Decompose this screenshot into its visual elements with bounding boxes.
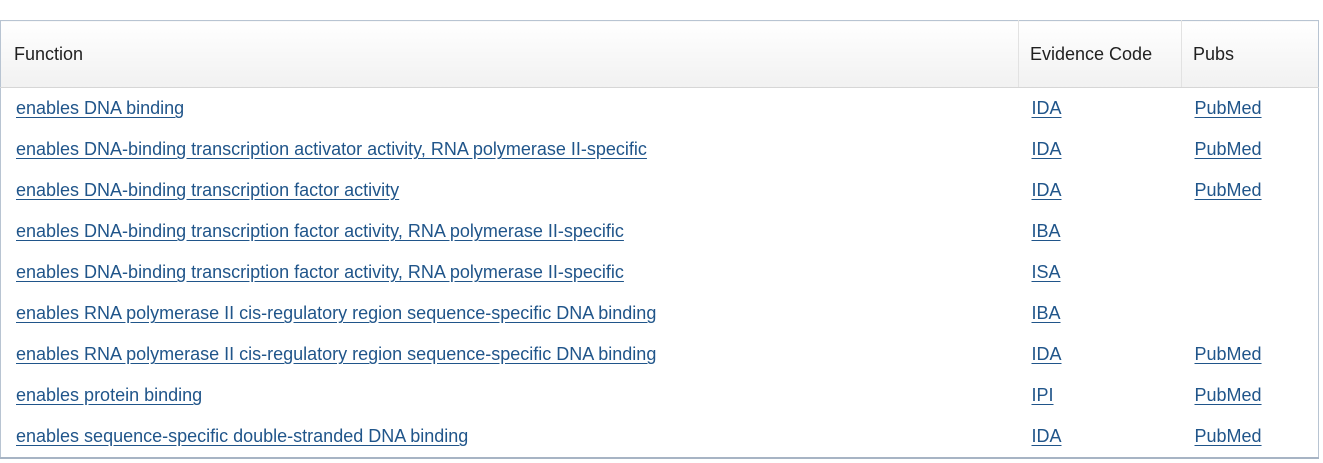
- function-link[interactable]: enables DNA-binding transcription activa…: [16, 139, 647, 159]
- pubmed-link[interactable]: PubMed: [1195, 344, 1262, 364]
- table-row: enables sequence-specific double-strande…: [1, 416, 1319, 458]
- table-row: enables DNA-binding transcription factor…: [1, 252, 1319, 293]
- evidence-code-link[interactable]: IDA: [1032, 139, 1062, 159]
- pubs-cell: PubMed: [1182, 334, 1319, 375]
- table-row: enables RNA polymerase II cis-regulatory…: [1, 293, 1319, 334]
- function-link[interactable]: enables DNA-binding transcription factor…: [16, 180, 399, 200]
- header-function: Function: [0, 20, 1019, 88]
- pubmed-link[interactable]: PubMed: [1195, 139, 1262, 159]
- function-cell: enables protein binding: [1, 375, 1019, 416]
- table-row: enables DNA binding IDA PubMed: [1, 88, 1319, 130]
- function-link[interactable]: enables DNA-binding transcription factor…: [16, 221, 624, 241]
- evidence-code-link[interactable]: IDA: [1032, 426, 1062, 446]
- evidence-code-link[interactable]: IBA: [1032, 221, 1061, 241]
- evidence-code-cell: IDA: [1019, 416, 1182, 458]
- evidence-code-cell: IPI: [1019, 375, 1182, 416]
- pubs-cell: PubMed: [1182, 88, 1319, 130]
- evidence-code-link[interactable]: ISA: [1032, 262, 1061, 282]
- go-function-table: Function Evidence Code Pubs enables DNA …: [0, 20, 1319, 459]
- function-cell: enables DNA-binding transcription activa…: [1, 129, 1019, 170]
- function-link[interactable]: enables sequence-specific double-strande…: [16, 426, 468, 446]
- evidence-code-cell: ISA: [1019, 252, 1182, 293]
- pubs-cell: PubMed: [1182, 129, 1319, 170]
- pubmed-link[interactable]: PubMed: [1195, 426, 1262, 446]
- table-row: enables DNA-binding transcription factor…: [1, 211, 1319, 252]
- pubmed-link[interactable]: PubMed: [1195, 180, 1262, 200]
- pubs-cell: PubMed: [1182, 375, 1319, 416]
- pubs-cell: [1182, 252, 1319, 293]
- table-row: enables DNA-binding transcription factor…: [1, 170, 1319, 211]
- table-row: enables protein binding IPI PubMed: [1, 375, 1319, 416]
- table-row: enables DNA-binding transcription activa…: [1, 129, 1319, 170]
- table-row: enables RNA polymerase II cis-regulatory…: [1, 334, 1319, 375]
- function-cell: enables sequence-specific double-strande…: [1, 416, 1019, 458]
- evidence-code-cell: IDA: [1019, 170, 1182, 211]
- evidence-code-cell: IDA: [1019, 334, 1182, 375]
- pubs-cell: PubMed: [1182, 416, 1319, 458]
- go-function-table-container: Function Evidence Code Pubs enables DNA …: [0, 20, 1319, 459]
- function-link[interactable]: enables RNA polymerase II cis-regulatory…: [16, 303, 656, 323]
- evidence-code-cell: IDA: [1019, 88, 1182, 130]
- table-header-row: Function Evidence Code Pubs: [0, 20, 1319, 88]
- header-evidence-code: Evidence Code: [1018, 20, 1182, 88]
- evidence-code-cell: IBA: [1019, 211, 1182, 252]
- function-link[interactable]: enables DNA-binding transcription factor…: [16, 262, 624, 282]
- function-cell: enables RNA polymerase II cis-regulatory…: [1, 293, 1019, 334]
- evidence-code-link[interactable]: IDA: [1032, 98, 1062, 118]
- function-cell: enables DNA-binding transcription factor…: [1, 252, 1019, 293]
- function-cell: enables DNA-binding transcription factor…: [1, 211, 1019, 252]
- evidence-code-link[interactable]: IDA: [1032, 180, 1062, 200]
- function-link[interactable]: enables protein binding: [16, 385, 202, 405]
- pubmed-link[interactable]: PubMed: [1195, 385, 1262, 405]
- function-link[interactable]: enables RNA polymerase II cis-regulatory…: [16, 344, 656, 364]
- function-link[interactable]: enables DNA binding: [16, 98, 184, 118]
- evidence-code-link[interactable]: IDA: [1032, 344, 1062, 364]
- evidence-code-link[interactable]: IPI: [1032, 385, 1054, 405]
- pubs-cell: [1182, 211, 1319, 252]
- pubmed-link[interactable]: PubMed: [1195, 98, 1262, 118]
- pubs-cell: [1182, 293, 1319, 334]
- evidence-code-cell: IDA: [1019, 129, 1182, 170]
- evidence-code-link[interactable]: IBA: [1032, 303, 1061, 323]
- pubs-cell: PubMed: [1182, 170, 1319, 211]
- function-cell: enables DNA binding: [1, 88, 1019, 130]
- function-cell: enables DNA-binding transcription factor…: [1, 170, 1019, 211]
- header-pubs: Pubs: [1181, 20, 1319, 88]
- evidence-code-cell: IBA: [1019, 293, 1182, 334]
- function-cell: enables RNA polymerase II cis-regulatory…: [1, 334, 1019, 375]
